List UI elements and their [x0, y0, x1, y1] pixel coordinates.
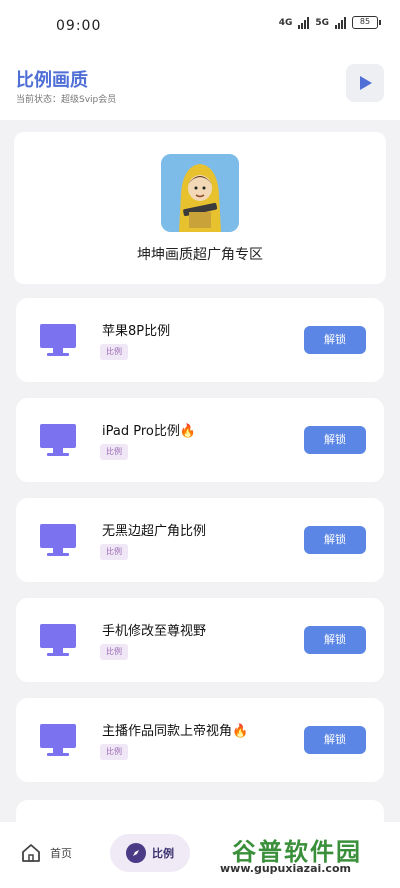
play-icon [360, 76, 372, 90]
status-time: 09:00 [56, 18, 102, 34]
ratio-card: 主播作品同款上帝视角🔥 比例 解锁 [16, 698, 384, 782]
monitor-icon [40, 724, 76, 756]
avatar [161, 154, 239, 232]
unlock-button[interactable]: 解锁 [304, 326, 366, 354]
nav-ratio[interactable]: 比例 [110, 834, 190, 872]
ratio-tag: 比例 [100, 544, 128, 560]
ratio-title: iPad Pro比例🔥 [102, 424, 197, 439]
compass-icon [126, 843, 146, 863]
bottom-nav: 首页 比例 谷普软件园 www.gupuxiazai.com [0, 822, 400, 888]
ratio-tag: 比例 [100, 644, 128, 660]
ratio-card: 无黑边超广角比例 比例 解锁 [16, 498, 384, 582]
unlock-button[interactable]: 解锁 [304, 726, 366, 754]
ratio-card: 手机修改至尊视野 比例 解锁 [16, 598, 384, 682]
ratio-title: 手机修改至尊视野 [102, 624, 207, 639]
monitor-icon [40, 624, 76, 656]
play-button[interactable] [346, 64, 384, 102]
network-5g-label: 5G [315, 17, 329, 28]
network-4g-label: 4G [278, 17, 293, 28]
ratio-title: 苹果8P比例 [102, 324, 171, 339]
status-icons: 4G 5G 85 [278, 16, 381, 29]
monitor-icon [40, 424, 76, 456]
ratio-tag: 比例 [100, 444, 128, 460]
feature-banner: 坤坤画质超广角专区 [14, 132, 386, 284]
battery-icon: 85 [352, 16, 381, 29]
monitor-icon [40, 324, 76, 356]
nav-home-label: 首页 [50, 847, 72, 860]
signal-icon [335, 16, 346, 29]
watermark-url: www.gupuxiazai.com [220, 862, 351, 875]
unlock-button[interactable]: 解锁 [304, 626, 366, 654]
home-icon [22, 844, 40, 862]
page-title: 比例画质 [16, 70, 88, 91]
app-header: 比例画质 当前状态：超级Svip会员 [0, 52, 400, 120]
ratio-card: 苹果8P比例 比例 解锁 [16, 298, 384, 382]
unlock-button[interactable]: 解锁 [304, 426, 366, 454]
character-avatar-icon [161, 154, 239, 232]
unlock-button[interactable]: 解锁 [304, 526, 366, 554]
monitor-icon [40, 524, 76, 556]
ratio-title: 无黑边超广角比例 [102, 524, 207, 539]
ratio-tag: 比例 [100, 744, 128, 760]
signal-icon [298, 16, 310, 29]
banner-title: 坤坤画质超广角专区 [137, 247, 263, 263]
ratio-card: iPad Pro比例🔥 比例 解锁 [16, 398, 384, 482]
ratio-tag: 比例 [100, 344, 128, 360]
membership-status: 当前状态：超级Svip会员 [16, 95, 117, 105]
status-bar: 09:00 4G 5G 85 [0, 0, 400, 52]
watermark: 谷普软件园 www.gupuxiazai.com [214, 832, 394, 878]
nav-home[interactable]: 首页 [20, 842, 72, 864]
ratio-title: 主播作品同款上帝视角🔥 [102, 724, 249, 739]
nav-ratio-label: 比例 [152, 847, 174, 860]
